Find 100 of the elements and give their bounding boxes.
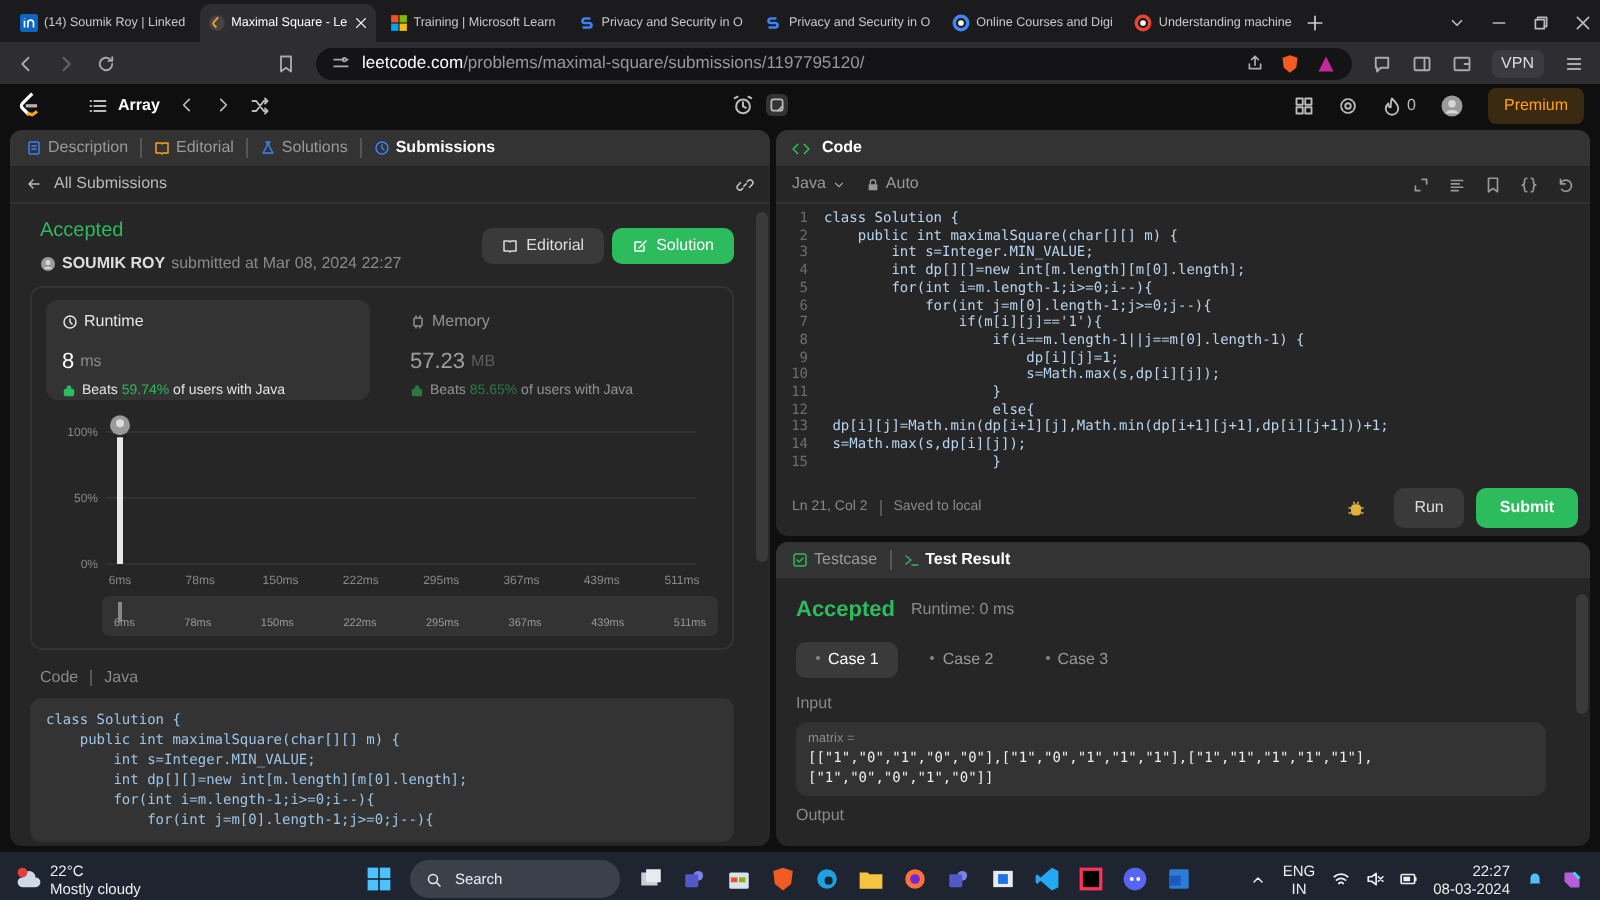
case-tab[interactable]: Case 1 — [796, 641, 899, 677]
status-text: Accepted — [40, 218, 126, 246]
app-icon[interactable] — [990, 866, 1017, 892]
alarm-icon[interactable] — [731, 94, 754, 116]
stat-unit: ms — [80, 350, 102, 375]
note-icon[interactable] — [765, 94, 788, 116]
triangle-icon[interactable] — [1315, 53, 1336, 73]
document-icon — [26, 140, 42, 156]
tab-search-icon[interactable] — [1448, 14, 1466, 32]
bookmark-icon[interactable] — [1484, 175, 1502, 193]
format-icon[interactable] — [1448, 175, 1466, 193]
caret-icon — [831, 177, 846, 191]
menu-icon[interactable] — [1564, 53, 1584, 73]
beats-icon — [62, 384, 76, 399]
list-icon[interactable] — [88, 95, 108, 115]
code-label: Code — [40, 666, 79, 690]
bell-icon[interactable] — [1526, 870, 1544, 888]
chat-icon[interactable] — [1371, 53, 1392, 73]
debug-icon[interactable] — [1346, 498, 1367, 518]
weather-icon[interactable] — [16, 866, 42, 892]
runtime-text: Runtime: 0 ms — [911, 598, 1015, 623]
case-tab[interactable]: Case 3 — [1025, 641, 1129, 677]
user-name[interactable]: SOUMIK ROY — [62, 252, 166, 276]
search-icon — [426, 871, 443, 887]
new-tab-icon[interactable] — [1305, 14, 1324, 32]
previous-icon[interactable] — [177, 96, 196, 114]
input-label: Input — [796, 691, 834, 715]
expand-icon[interactable] — [1412, 175, 1430, 193]
all-submissions-link[interactable]: All Submissions — [26, 172, 167, 196]
avatar-icon — [40, 256, 56, 272]
stat-value: 8 — [62, 348, 75, 378]
flask-icon — [259, 140, 276, 156]
lock-icon — [865, 177, 880, 191]
stat-title: Runtime — [84, 310, 144, 334]
editorial-button[interactable]: Editorial — [482, 228, 605, 264]
terminal-icon — [903, 552, 920, 568]
bookmark-icon[interactable] — [276, 53, 296, 73]
copilot-icon[interactable] — [1560, 867, 1584, 891]
app-icon[interactable] — [1034, 866, 1061, 892]
stat-title: Memory — [432, 310, 490, 334]
favicon — [1134, 14, 1153, 32]
streak-count: 0 — [1407, 93, 1416, 117]
site-info-icon[interactable] — [332, 54, 350, 72]
app-icon[interactable] — [638, 866, 665, 892]
shuffle-icon[interactable] — [249, 95, 270, 115]
result-status: Accepted — [796, 596, 896, 626]
wallet-icon[interactable] — [1451, 53, 1472, 73]
app-icon[interactable] — [902, 866, 929, 892]
panel-tab[interactable]: Submissions — [373, 136, 496, 160]
reset-icon[interactable] — [1556, 175, 1574, 193]
lion-shield-icon[interactable] — [1279, 53, 1300, 73]
user-avatar-marker — [110, 415, 130, 436]
language-dropdown[interactable]: Java — [792, 172, 846, 196]
favicon — [764, 14, 783, 32]
muted-speaker-icon[interactable] — [1365, 870, 1384, 888]
edit-icon — [632, 238, 649, 254]
panel-tab[interactable]: Editorial — [154, 136, 234, 160]
favicon — [389, 14, 408, 32]
language-label: Java — [104, 666, 139, 690]
braces-icon[interactable] — [1520, 175, 1538, 193]
panel-title: Code — [822, 136, 862, 160]
favicon — [207, 14, 226, 32]
problem-list-link[interactable]: Array — [118, 93, 160, 117]
vpn-button[interactable]: VPN — [1491, 49, 1544, 77]
link-icon[interactable] — [736, 175, 754, 193]
panel-tab[interactable]: Solutions — [259, 136, 348, 160]
code-icon — [792, 139, 810, 157]
checkbox-icon — [792, 552, 808, 568]
run-button[interactable]: Run — [1394, 488, 1464, 528]
share-icon[interactable] — [1245, 54, 1264, 72]
case-tab[interactable]: Case 2 — [910, 641, 1014, 677]
panel-tab[interactable]: Testcase — [792, 548, 878, 572]
app-icon[interactable] — [1122, 866, 1149, 892]
avatar-icon[interactable] — [1439, 93, 1464, 117]
close-icon[interactable] — [1574, 14, 1592, 32]
panel-tab[interactable]: Test Result — [903, 548, 1011, 572]
panel-tab[interactable]: Description — [26, 136, 129, 160]
auto-mode-toggle[interactable]: Auto — [865, 172, 919, 196]
leetcode-logo-icon[interactable] — [16, 92, 42, 118]
submission-time: submitted at Mar 08, 2024 22:27 — [171, 252, 402, 276]
book-icon — [154, 140, 171, 156]
sidebar-icon[interactable] — [1411, 53, 1432, 73]
battery-icon[interactable] — [1399, 870, 1418, 888]
range-handle[interactable] — [118, 602, 121, 622]
favicon — [20, 14, 38, 32]
back-arrow-icon — [26, 176, 42, 192]
output-label: Output — [796, 804, 847, 829]
history-icon — [373, 140, 390, 156]
book-icon — [502, 238, 519, 254]
chevron-up-icon[interactable] — [1250, 871, 1267, 887]
settings-icon[interactable] — [1337, 95, 1358, 115]
flame-icon[interactable] — [1381, 95, 1402, 115]
premium-button[interactable]: Premium — [1487, 87, 1584, 123]
wifi-icon[interactable] — [1331, 870, 1350, 888]
restore-icon[interactable] — [1532, 14, 1550, 32]
chip-icon — [410, 314, 426, 330]
favicon — [952, 14, 971, 32]
reload-icon[interactable] — [96, 53, 116, 73]
grid-icon[interactable] — [1293, 95, 1314, 115]
start-icon[interactable] — [366, 866, 393, 892]
